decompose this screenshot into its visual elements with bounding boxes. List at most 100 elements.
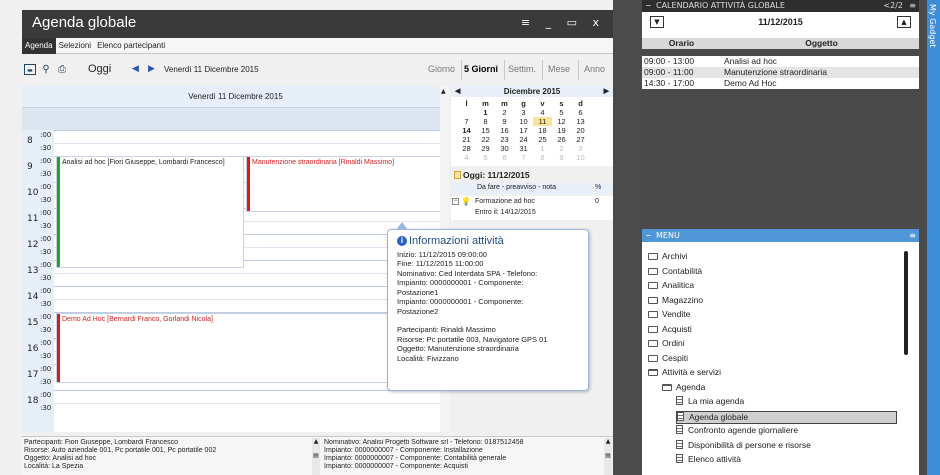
today-row[interactable]: Oggi: 11/12/2015 — [451, 169, 613, 181]
mini-calendar-day[interactable]: 7 — [514, 153, 533, 162]
mini-calendar-day[interactable]: 19 — [552, 126, 571, 135]
mini-calendar-day[interactable]: 17 — [514, 126, 533, 135]
window-controls[interactable]: ≡ _ ▭ x — [521, 16, 605, 29]
menu-item[interactable]: Analitica — [648, 280, 694, 291]
mini-calendar-day[interactable]: 8 — [476, 117, 495, 126]
view-5-giorni-button[interactable]: 5 Giorni — [464, 64, 498, 74]
mini-calendar-day[interactable]: 12 — [552, 117, 571, 126]
mini-calendar-day[interactable]: 14 — [457, 126, 476, 135]
mini-calendar-day[interactable]: 27 — [571, 135, 590, 144]
mini-calendar[interactable]: ◀ Dicembre 2015 ▶ l m m g v s d 1 2 3 4 5 6 7 8 9 10 11 12… — [451, 86, 613, 166]
mini-next-icon[interactable]: ▶ — [604, 86, 609, 97]
mini-calendar-day[interactable]: 23 — [495, 135, 514, 144]
mini-calendar-day[interactable]: 13 — [571, 117, 590, 126]
menu-item[interactable]: Agenda globale — [676, 410, 897, 424]
mini-calendar-day[interactable]: 4 — [533, 108, 552, 117]
print-icon[interactable]: ⎙ — [56, 64, 68, 75]
all-day-area[interactable] — [22, 108, 449, 130]
collapse-icon[interactable]: − — [452, 198, 459, 205]
menu-item[interactable]: Disponibilità di persone e risorse — [676, 439, 811, 451]
collapse-icon[interactable]: − — [645, 0, 652, 11]
tab-elenco-partecipanti[interactable]: Elenco partecipanti — [94, 38, 168, 54]
mini-calendar-day[interactable]: 25 — [533, 135, 552, 144]
mini-prev-icon[interactable]: ◀ — [455, 86, 460, 97]
date-up-button[interactable]: ▲ — [897, 16, 911, 28]
mini-calendar-day[interactable]: 5 — [552, 108, 571, 117]
mini-calendar-day[interactable]: 26 — [552, 135, 571, 144]
event-analisi-ad-hoc[interactable]: Analisi ad hoc [Fiori Giuseppe, Lombardi… — [56, 156, 244, 268]
mini-calendar-day[interactable]: 9 — [552, 153, 571, 162]
detail-left: Partecipanti: Fiori Giuseppe, Lombardi F… — [24, 439, 309, 471]
view-giorno-button[interactable]: Giorno — [428, 64, 455, 74]
mini-calendar-day[interactable]: 3 — [571, 144, 590, 153]
table-row[interactable]: 14:30 - 17:00 Demo Ad Hoc — [642, 78, 919, 89]
mini-calendar-day[interactable]: 21 — [457, 135, 476, 144]
mini-calendar-day[interactable]: 20 — [571, 126, 590, 135]
detail-left-scrollbar[interactable]: ▲ ▤ — [312, 438, 320, 475]
menu-scrollbar[interactable] — [904, 251, 908, 355]
view-mese-button[interactable]: Mese — [548, 64, 570, 74]
mini-calendar-day[interactable]: 2 — [552, 144, 571, 153]
menu-item[interactable]: La mia agenda — [676, 396, 744, 407]
mini-calendar-day[interactable]: 18 — [533, 126, 552, 135]
menu-item[interactable]: Confronto agende giornaliere — [676, 425, 798, 436]
mini-calendar-day[interactable]: 6 — [571, 108, 590, 117]
menu-item[interactable]: Ordini — [648, 338, 685, 349]
mini-calendar-day[interactable]: 15 — [476, 126, 495, 135]
mini-calendar-day[interactable]: 28 — [457, 144, 476, 153]
calendar-grid[interactable]: Venerdì 11 Dicembre 2015 8:00:30 9:00:30 1… — [22, 86, 449, 432]
mini-calendar-day[interactable]: 4 — [457, 153, 476, 162]
row-time: 09:00 - 13:00 — [644, 56, 695, 66]
menu-icon[interactable]: ≡ — [909, 229, 916, 242]
menu-item[interactable]: Magazzino — [648, 295, 703, 306]
mini-calendar-day[interactable]: 5 — [476, 153, 495, 162]
detail-line: Impianto: 0000000007 - Componente: Insta… — [324, 447, 483, 454]
folder-icon — [648, 311, 658, 318]
mini-calendar-day[interactable]: 16 — [495, 126, 514, 135]
search-icon[interactable]: ⚲ — [40, 64, 52, 75]
mini-calendar-day[interactable]: 2 — [495, 108, 514, 117]
calendar-icon[interactable]: ▬ — [24, 64, 36, 75]
menu-item[interactable]: Vendite — [648, 309, 690, 320]
tab-agenda[interactable]: Agenda — [22, 38, 56, 54]
mini-calendar-day[interactable]: 11 — [533, 117, 552, 126]
today-button[interactable]: Oggi — [88, 63, 111, 75]
mini-calendar-day[interactable]: 10 — [514, 117, 533, 126]
detail-right-scrollbar[interactable]: ▲ ▤ — [604, 438, 612, 475]
mini-calendar-day[interactable]: 6 — [495, 153, 514, 162]
todo-item[interactable]: − 💡 Formazione ad hoc Entro il: 14/12/20… — [451, 196, 613, 220]
mini-calendar-day[interactable]: 9 — [495, 117, 514, 126]
menu-item[interactable]: Acquisti — [648, 324, 692, 335]
table-row[interactable]: 09:00 - 13:00 Analisi ad hoc — [642, 56, 919, 67]
calendar-panel-page[interactable]: <2/2 — [883, 0, 903, 11]
menu-item[interactable]: Contabilità — [648, 266, 702, 277]
mini-calendar-day[interactable]: 29 — [476, 144, 495, 153]
menu-item[interactable]: Agenda — [662, 382, 705, 393]
view-anno-button[interactable]: Anno — [584, 64, 605, 74]
mini-calendar-day[interactable]: 30 — [495, 144, 514, 153]
prev-arrow-icon[interactable]: ◀ — [132, 64, 139, 74]
menu-item[interactable]: Attività e servizi — [648, 367, 721, 378]
mini-calendar-day[interactable]: 8 — [533, 153, 552, 162]
menu-item[interactable]: Elenco attività — [676, 454, 741, 465]
weekday-label: s — [559, 99, 564, 108]
next-arrow-icon[interactable]: ▶ — [148, 64, 155, 74]
tab-selezioni[interactable]: Selezioni — [56, 38, 94, 54]
view-settimana-button[interactable]: Settim. — [508, 64, 536, 74]
mini-calendar-day[interactable]: 24 — [514, 135, 533, 144]
menu-item[interactable]: Archivi — [648, 251, 688, 262]
event-manutenzione-straordinaria[interactable]: Manutenzione straordinaria [Rinaldi Mass… — [246, 156, 446, 212]
mini-calendar-day[interactable]: 31 — [514, 144, 533, 153]
mini-calendar-day[interactable]: 7 — [457, 117, 476, 126]
collapse-icon[interactable]: − — [645, 229, 652, 242]
mini-calendar-day[interactable]: 1 — [476, 108, 495, 117]
menu-item-label: Archivi — [662, 251, 688, 261]
mini-calendar-day[interactable]: 10 — [571, 153, 590, 162]
side-gadget-tab[interactable]: My Gadget — [927, 0, 940, 475]
mini-calendar-day[interactable]: 3 — [514, 108, 533, 117]
menu-item[interactable]: Cespiti — [648, 353, 688, 364]
mini-calendar-day[interactable]: 22 — [476, 135, 495, 144]
mini-calendar-day[interactable]: 1 — [533, 144, 552, 153]
menu-icon[interactable]: ≡ — [909, 0, 916, 11]
table-row[interactable]: 09:00 - 11:00 Manutenzione straordinaria — [642, 67, 919, 78]
